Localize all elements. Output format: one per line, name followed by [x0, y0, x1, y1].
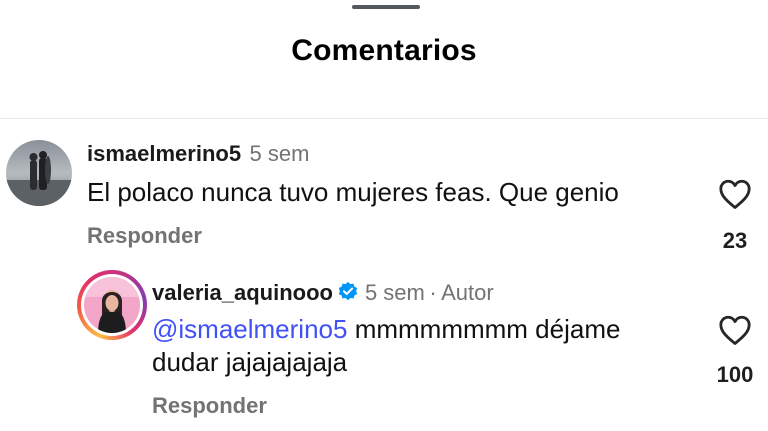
- reply-button[interactable]: Responder: [87, 223, 202, 249]
- comment-username[interactable]: valeria_aquinooo: [152, 280, 333, 305]
- comment-text-line2: dudar jajajajajaja: [152, 347, 348, 377]
- verified-badge-icon: [337, 281, 359, 308]
- comment-username[interactable]: ismaelmerino5: [87, 141, 241, 166]
- like-count: 100: [716, 362, 754, 387]
- heart-outline-icon: [710, 314, 760, 346]
- reply-button[interactable]: Responder: [152, 393, 267, 419]
- story-ring[interactable]: [77, 270, 147, 340]
- sheet-title: Comentarios: [291, 34, 477, 67]
- mention-link[interactable]: @ismaelmerino5: [152, 314, 347, 344]
- avatar[interactable]: [6, 140, 72, 206]
- meta-separator: ·: [429, 280, 437, 305]
- avatar: [84, 277, 140, 333]
- sheet-grabber[interactable]: [352, 5, 420, 9]
- comment-time: 5 sem: [249, 141, 310, 166]
- comment-time: 5 sem: [364, 280, 425, 305]
- comment-text: @ismaelmerino5 mmmmmmmm déjame dudar jaj…: [152, 313, 620, 379]
- divider: [0, 118, 768, 119]
- like-count: 23: [722, 228, 748, 253]
- like-button[interactable]: 23: [712, 178, 758, 254]
- author-label: Autor: [441, 280, 494, 305]
- heart-outline-icon: [712, 178, 758, 210]
- comment-text: El polaco nunca tuvo mujeres feas. Que g…: [87, 177, 619, 207]
- comment-text-line1: mmmmmmmm déjame: [347, 314, 621, 344]
- like-button[interactable]: 100: [710, 314, 760, 388]
